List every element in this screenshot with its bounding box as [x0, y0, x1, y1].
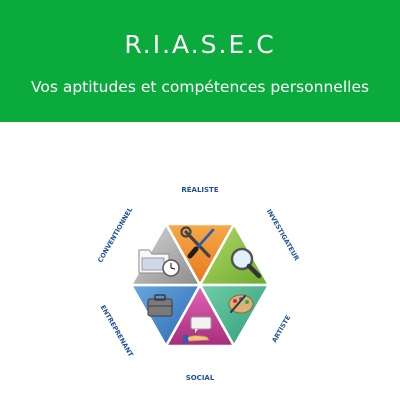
label-artiste: ARTISTE — [270, 314, 292, 344]
label-entreprenant: ENTREPRENANT — [99, 304, 135, 359]
page-subtitle: Vos aptitudes et compétences personnelle… — [30, 78, 370, 96]
label-conventionnel: CONVENTIONNEL — [96, 206, 134, 264]
header-banner: R.I.A.S.E.C Vos aptitudes et compétences… — [0, 0, 400, 122]
page-title: R.I.A.S.E.C — [124, 30, 276, 59]
palette-icon — [228, 294, 254, 314]
label-investigateur: INVESTIGATEUR — [265, 208, 301, 262]
label-realiste: RÉALISTE — [181, 185, 218, 194]
label-social: SOCIAL — [186, 374, 215, 382]
riasec-hexagon: RÉALISTE INVESTIGATEUR ARTISTE SOCIAL EN… — [96, 185, 301, 382]
